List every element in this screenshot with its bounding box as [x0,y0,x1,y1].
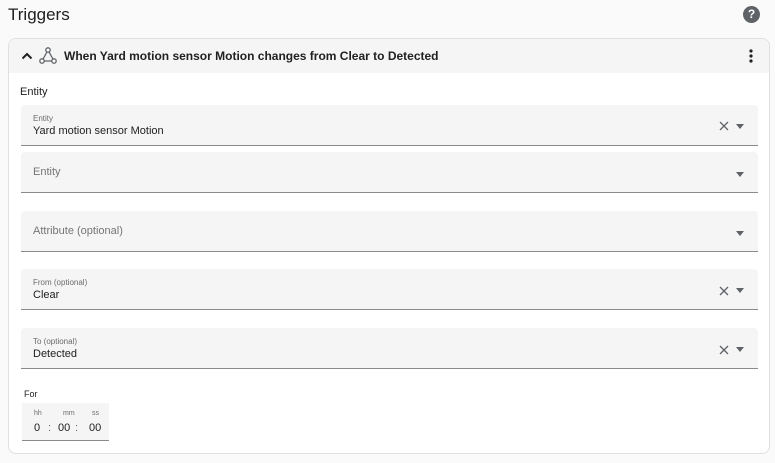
minutes-label: mm [63,410,75,417]
chevron-up-icon[interactable] [20,49,34,63]
entity-field-label: Entity [33,114,54,123]
attribute-placeholder: Attribute (optional) [33,225,123,237]
caret-down-icon[interactable] [736,288,744,293]
time-separator: : [48,422,52,434]
to-field-label: To (optional) [33,337,78,346]
caret-down-icon[interactable] [736,124,744,129]
hours-label: hh [34,410,42,417]
caret-down-icon[interactable] [736,231,744,236]
from-field-value: Clear [33,289,60,301]
seconds-input[interactable]: 00 [89,422,101,434]
to-select[interactable]: To (optional) Detected [21,328,758,369]
section-label: Entity [20,86,48,98]
entity-select-secondary[interactable]: Entity [21,152,758,193]
to-field-value: Detected [33,348,78,360]
hours-input[interactable]: 0 [34,422,40,434]
minutes-input[interactable]: 00 [58,422,70,434]
attribute-select[interactable]: Attribute (optional) [21,211,758,252]
for-label: For [24,389,38,399]
entity-field-value: Yard motion sensor Motion [33,125,164,137]
time-separator: : [75,422,79,434]
from-select[interactable]: From (optional) Clear [21,269,758,310]
page-title: Triggers [8,5,70,24]
from-field-label: From (optional) [33,278,88,287]
trigger-card: When Yard motion sensor Motion changes f… [8,38,770,454]
trigger-card-header[interactable]: When Yard motion sensor Motion changes f… [9,39,769,73]
close-icon[interactable] [719,345,729,355]
entity-select[interactable]: Entity Yard motion sensor Motion [21,105,758,146]
caret-down-icon[interactable] [736,172,744,177]
close-icon[interactable] [719,286,729,296]
seconds-label: ss [92,410,99,417]
entity-secondary-placeholder: Entity [33,166,61,178]
state-trigger-icon [39,47,57,64]
caret-down-icon[interactable] [736,347,744,352]
trigger-summary: When Yard motion sensor Motion changes f… [64,49,439,63]
more-vertical-icon[interactable] [747,48,755,64]
help-icon[interactable]: ? [743,6,760,23]
duration-input: hh 0 : mm 00 : ss 00 [22,403,109,441]
close-icon[interactable] [719,121,729,131]
